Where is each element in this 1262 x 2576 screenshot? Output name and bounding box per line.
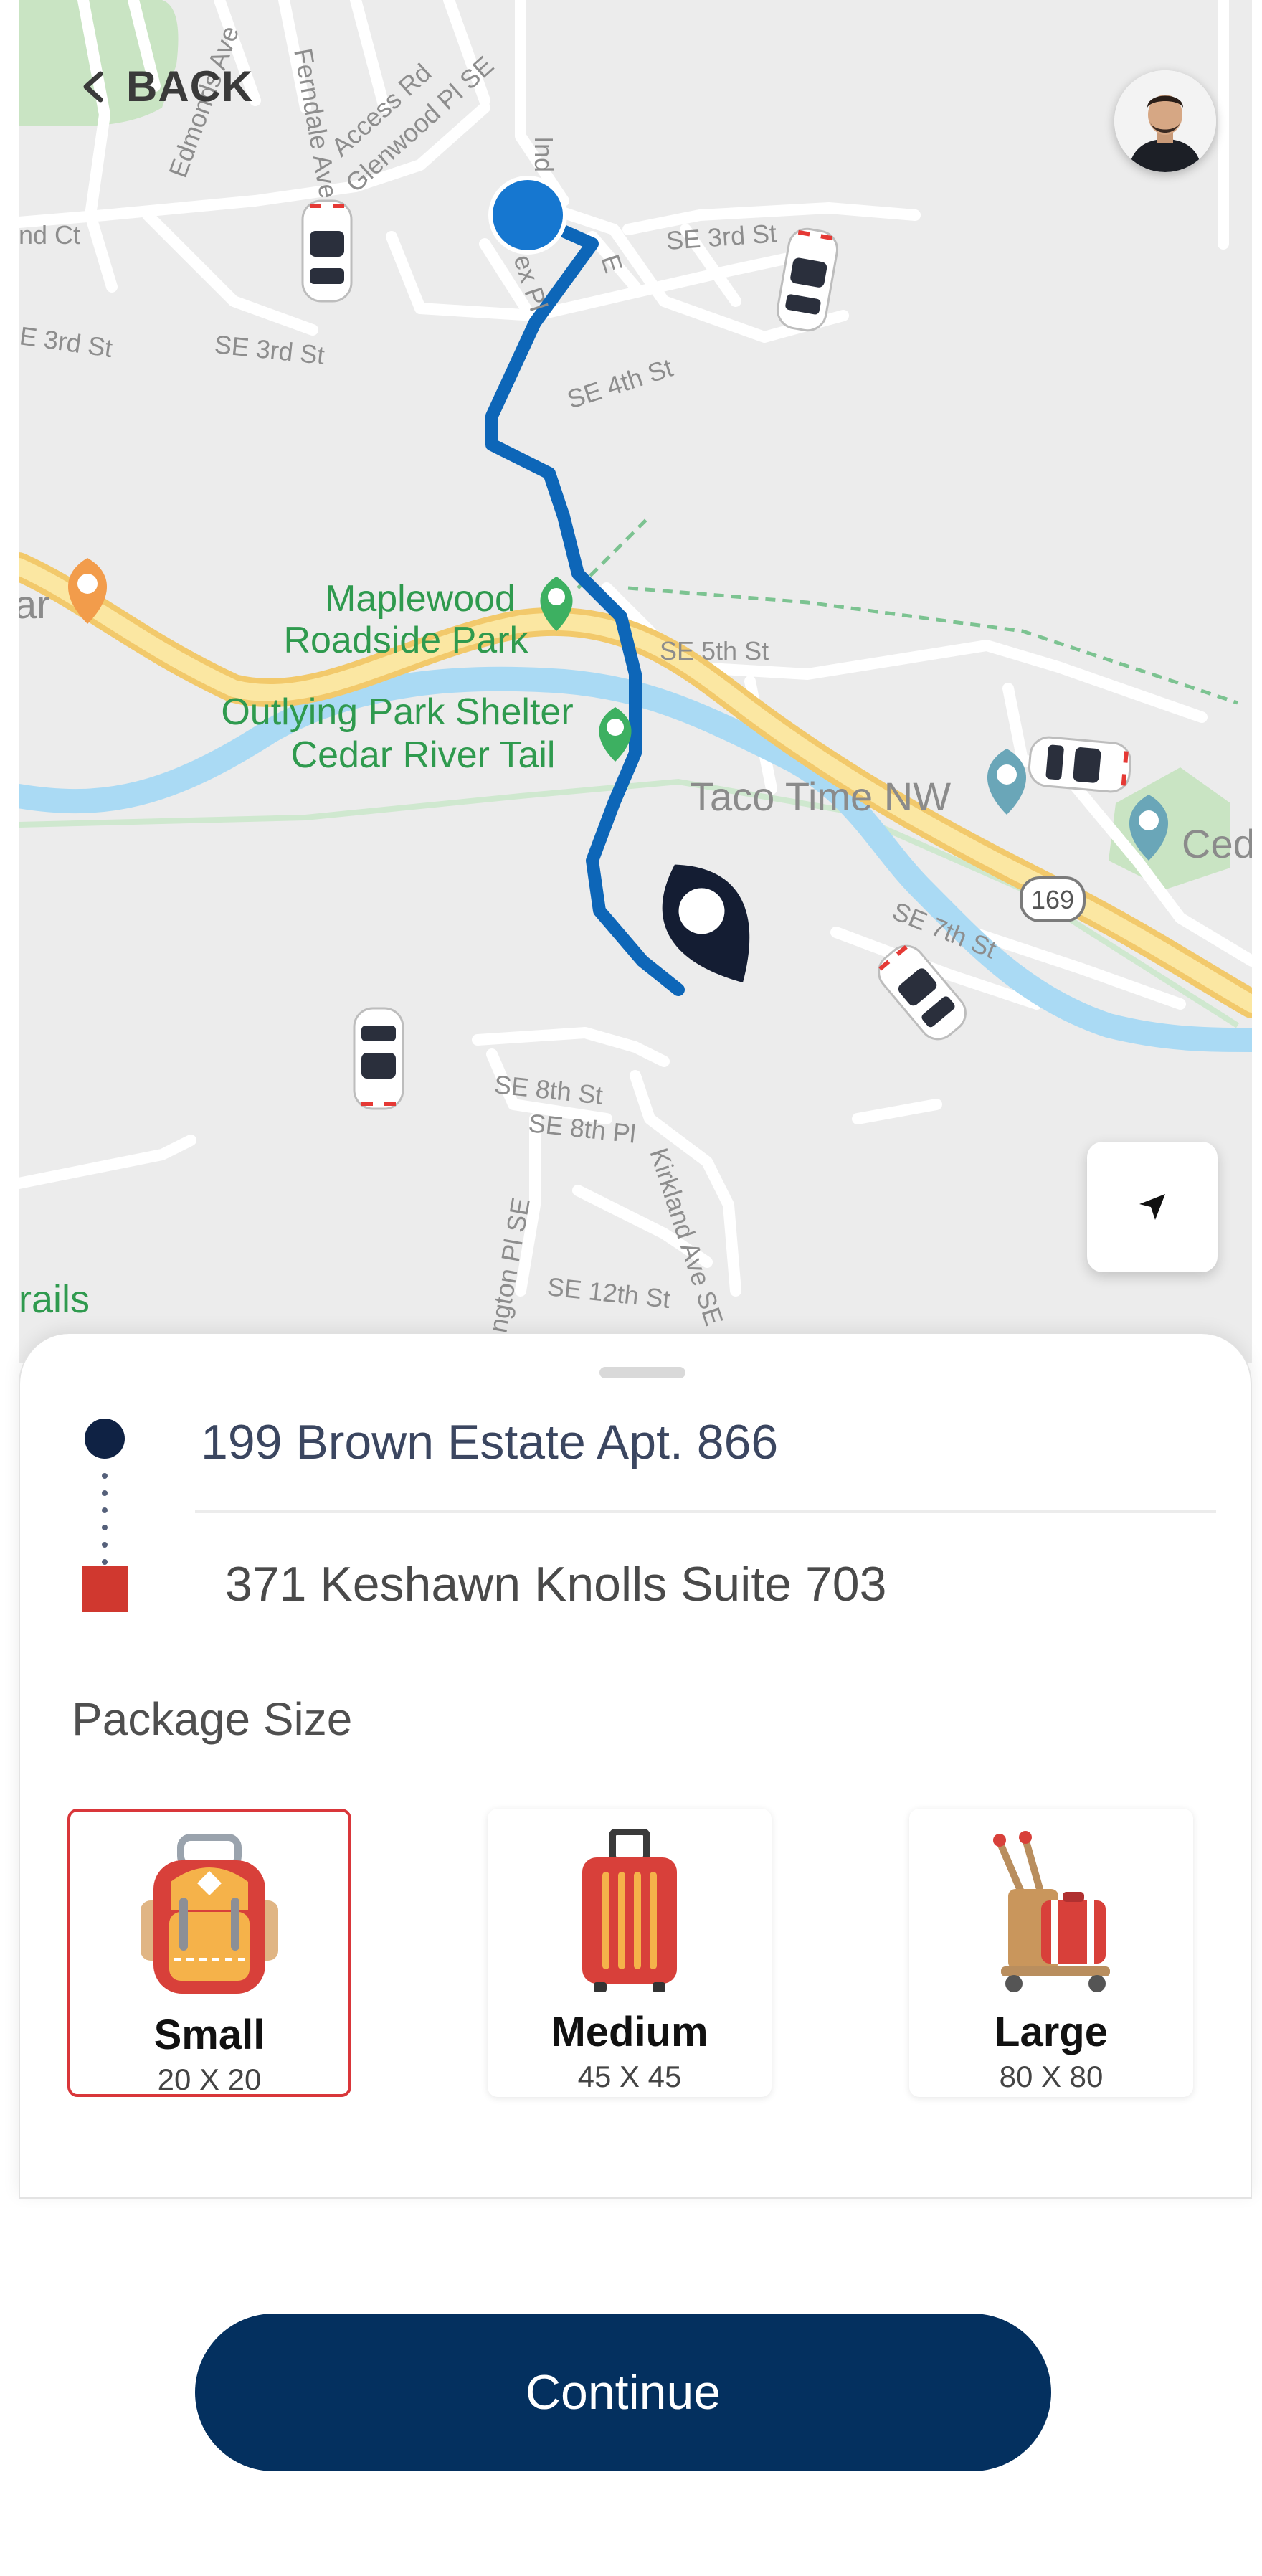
poi-label: Ced [1182, 821, 1252, 866]
poi-label: ar [19, 582, 50, 627]
package-option-large[interactable]: Large 80 X 80 [909, 1809, 1193, 2097]
destination-indicator [82, 1566, 128, 1612]
route-connector [102, 1473, 108, 1565]
avatar[interactable] [1114, 70, 1216, 172]
package-dimensions: 80 X 80 [999, 2060, 1104, 2093]
street-label: SE 8th Pl [527, 1108, 637, 1148]
package-size-title: Package Size [72, 1693, 353, 1745]
booking-sheet: 199 Brown Estate Apt. 866 371 Keshawn Kn… [19, 1334, 1252, 2199]
continue-button[interactable]: Continue [195, 2314, 1051, 2471]
street-label: E 3rd St [19, 321, 114, 363]
package-option-small[interactable]: Small 20 X 20 [67, 1809, 351, 2097]
luggage-trolley-icon [909, 1829, 1193, 1994]
street-label: SE 12th St [546, 1272, 671, 1314]
park-pin-icon [599, 707, 632, 762]
street-label: Ferndale Ave [288, 46, 343, 200]
street-label: nd Ct [19, 220, 80, 250]
package-name: Large [995, 2009, 1108, 2055]
car-icon [1028, 736, 1132, 793]
car-icon [353, 1007, 404, 1110]
drag-handle[interactable] [599, 1367, 685, 1378]
backpack-icon [70, 1832, 348, 1997]
street-label: SE 4th St [564, 353, 676, 415]
app-screen: 169 Ferndale Ave Access Rd Glenwood Pl S… [0, 0, 1262, 2576]
park-label: Roadside Park [283, 620, 528, 661]
origin-indicator [85, 1419, 125, 1459]
map-canvas[interactable]: 169 Ferndale Ave Access Rd Glenwood Pl S… [19, 0, 1252, 1363]
route-line [485, 209, 685, 996]
origin-marker[interactable] [488, 176, 567, 255]
suitcase-icon [488, 1829, 772, 1994]
package-name: Small [153, 2012, 265, 2058]
package-option-medium[interactable]: Medium 45 X 45 [488, 1809, 772, 2097]
address-divider [195, 1510, 1216, 1513]
car-icon [301, 199, 353, 303]
back-button[interactable]: BACK [76, 62, 253, 111]
street-label: SE 3rd St [213, 329, 326, 370]
street-label: SE 5th St [660, 636, 769, 666]
destination-address[interactable]: 371 Keshawn Knolls Suite 703 [225, 1556, 886, 1612]
park-label: Outlying Park Shelter [221, 691, 573, 733]
package-dimensions: 45 X 45 [577, 2060, 682, 2093]
trail-label: rails [19, 1278, 90, 1321]
package-name: Medium [551, 2009, 708, 2055]
route-shield: 169 [1020, 876, 1086, 922]
trail-path [577, 515, 1238, 705]
street-label: Ind [529, 136, 559, 172]
park-label: Cedar River Tail [291, 734, 556, 776]
package-dimensions: 20 X 20 [157, 2063, 262, 2096]
park-label: Maplewood [325, 578, 516, 620]
user-avatar-icon [1114, 70, 1216, 172]
origin-address[interactable]: 199 Brown Estate Apt. 866 [201, 1414, 778, 1470]
svg-text:169: 169 [1031, 885, 1074, 914]
back-label: BACK [126, 62, 254, 110]
navigation-arrow-icon [1139, 1194, 1165, 1220]
locate-me-button[interactable] [1087, 1142, 1218, 1272]
map-view[interactable]: 169 Ferndale Ave Access Rd Glenwood Pl S… [19, 0, 1252, 1363]
poi-label: Taco Time NW [690, 774, 951, 819]
chevron-left-icon [83, 71, 103, 102]
